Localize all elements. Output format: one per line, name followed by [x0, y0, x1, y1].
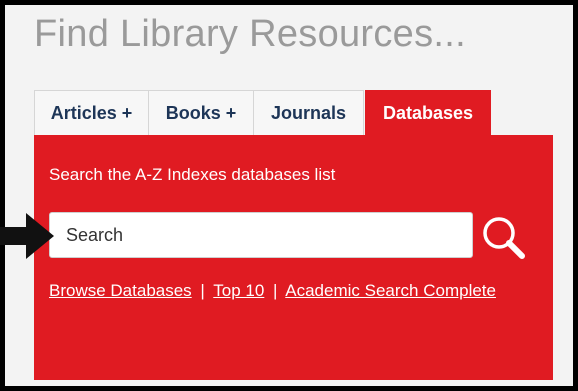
- databases-panel: Search the A-Z Indexes databases list Br…: [34, 135, 553, 380]
- library-search-widget: Find Library Resources... Articles + Boo…: [20, 5, 558, 386]
- database-search-input[interactable]: [49, 212, 473, 258]
- academic-search-complete-link[interactable]: Academic Search Complete: [285, 281, 496, 300]
- widget-title: Find Library Resources...: [34, 13, 466, 55]
- top-10-link[interactable]: Top 10: [213, 281, 264, 300]
- tab-databases[interactable]: Databases: [365, 90, 491, 136]
- resource-tabs: Articles + Books + Journals Databases: [34, 90, 491, 136]
- database-links: Browse Databases | Top 10 | Academic Sea…: [49, 278, 509, 304]
- browse-databases-link[interactable]: Browse Databases: [49, 281, 192, 300]
- arrow-pointer-icon: [0, 213, 54, 259]
- tab-articles[interactable]: Articles +: [34, 90, 149, 136]
- search-button[interactable]: [476, 210, 534, 268]
- tab-books[interactable]: Books +: [148, 90, 254, 136]
- panel-description: Search the A-Z Indexes databases list: [49, 165, 336, 184]
- link-separator: |: [273, 281, 278, 300]
- tab-journals[interactable]: Journals: [253, 90, 364, 136]
- link-separator: |: [200, 281, 205, 300]
- magnifier-icon: [483, 217, 525, 259]
